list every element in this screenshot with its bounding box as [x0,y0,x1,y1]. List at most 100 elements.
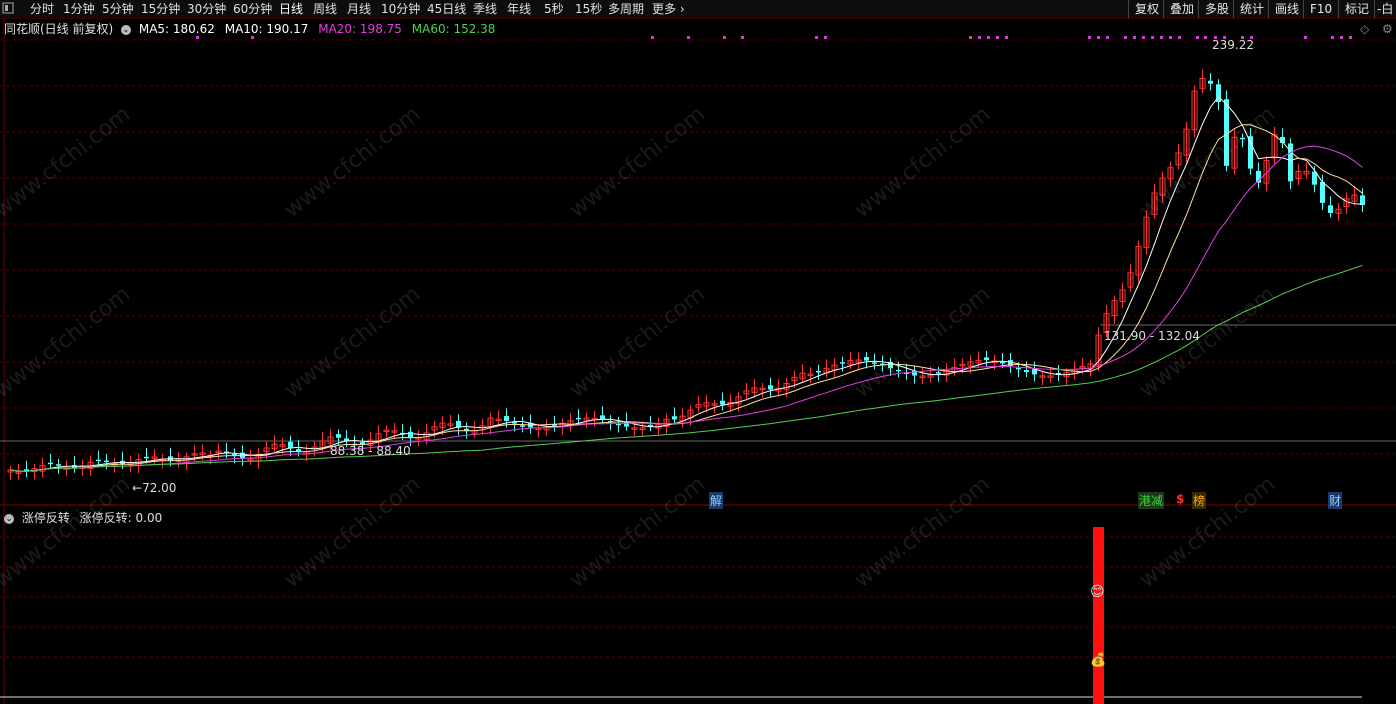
candle-body [1320,181,1325,203]
f10-button[interactable]: F10 [1303,0,1338,18]
kline-chart[interactable] [0,18,1396,506]
marker-dot [824,36,827,39]
tab-weekly[interactable]: 周线 [313,1,337,17]
candle-body [1016,367,1021,370]
multi-stock-button[interactable]: 多股 [1198,0,1235,18]
marker-dot [1142,36,1145,39]
smiley-icon: 😊 [1090,584,1105,600]
range-label-2: 131.90 - 132.04 [1104,329,1200,343]
panel-toggle-icon[interactable] [2,2,14,18]
diamond-icon[interactable]: ◇ [1360,22,1369,36]
candle-body [864,357,869,361]
marker-dot [1133,36,1136,39]
tab-daily[interactable]: 日线 [279,1,303,17]
tab-fenshi[interactable]: 分时 [30,1,54,17]
marker-dot [687,36,690,39]
candle-body [720,400,725,405]
tab-yearly[interactable]: 年线 [507,1,531,17]
stock-title: 同花顺(日线 前复权) [4,22,114,36]
stats-button[interactable]: 统计 [1233,0,1270,18]
candle-body [96,459,101,462]
candle-body [1208,80,1213,84]
marker-dot [1304,36,1307,39]
marker-dot [1331,36,1334,39]
theme-button[interactable]: -白 [1374,0,1395,18]
tab-15min[interactable]: 15分钟 [141,1,180,17]
marker-dot [1097,36,1100,39]
indicator-panel: ⌄ 涨停反转 涨停反转: 0.00 😊 💰 [0,507,1396,704]
candle-body [1024,370,1029,373]
candle-body [104,460,109,463]
marker-dot [1151,36,1154,39]
candle-body [1000,362,1005,364]
mark-button[interactable]: 标记 [1338,0,1375,18]
tab-45day[interactable]: 45日线 [427,1,466,17]
signal-bar [1093,527,1104,704]
fuquan-button[interactable]: 复权 [1128,0,1165,18]
candle-body [672,416,677,420]
marker-dot [815,36,818,39]
tab-5min[interactable]: 5分钟 [102,1,134,17]
indicator-settings-icon[interactable]: ⌄ [4,513,14,524]
tab-multi-period[interactable]: 多周期 [608,1,644,17]
marker-dot [1169,36,1172,39]
candle-body [1240,137,1245,140]
ma10-label: MA10: 190.17 [224,22,309,36]
marker-dot [1178,36,1181,39]
marker-dot [1005,36,1008,39]
tab-more-label: 更多 [652,2,677,16]
kline-panel: 同花顺(日线 前复权) ⌄ MA5: 180.62 MA10: 190.17 M… [0,18,1396,509]
overlay-button[interactable]: 叠加 [1163,0,1200,18]
gear-icon[interactable]: ⚙ [1382,22,1393,36]
tab-60min[interactable]: 60分钟 [233,1,272,17]
candle-body [520,425,525,427]
marker-dot [996,36,999,39]
chevron-right-icon: › [676,2,685,16]
tab-monthly[interactable]: 月线 [347,1,371,17]
candle-body [936,372,941,374]
marker-dot [1088,36,1091,39]
marker-dot [1196,36,1199,39]
low-price-label: ←72.00 [132,481,177,495]
settings-circle-icon[interactable]: ⌄ [121,24,132,35]
candle-body [1360,195,1365,205]
candle-body [840,362,845,364]
indicator-chart[interactable] [0,507,1396,704]
tab-15sec[interactable]: 15秒 [575,1,602,17]
candle-body [504,416,509,421]
range-label-1: 88.38 - 88.40 [330,444,411,458]
candle-body [816,370,821,373]
candle-body [896,369,901,372]
candle-body [1328,205,1333,213]
tab-quarterly[interactable]: 季线 [473,1,497,17]
marker-dot [1160,36,1163,39]
marker-dot [1204,36,1207,39]
event-tag-dollar[interactable]: $ [1176,492,1184,506]
marker-dot [1124,36,1127,39]
ma20-label: MA20: 198.75 [318,22,402,36]
marker-dot [987,36,990,39]
marker-dot [741,36,744,39]
marker-dot [651,36,654,39]
tab-5sec[interactable]: 5秒 [544,1,564,17]
candle-body [56,464,61,466]
ma60-line [10,264,1363,472]
money-bag-icon: 💰 [1090,653,1107,668]
candle-body [48,462,53,465]
candle-body [768,385,773,390]
indicator-name[interactable]: 涨停反转 [22,511,70,525]
tab-30min[interactable]: 30分钟 [187,1,226,17]
candle-body [336,434,341,438]
candle-body [576,417,581,420]
marker-dot [1349,36,1352,39]
tab-10min[interactable]: 10分钟 [381,1,420,17]
ma5-line [10,96,1363,472]
period-toolbar: 分时 1分钟 5分钟 15分钟 30分钟 60分钟 日线 周线 月线 10分钟 … [0,0,1396,19]
high-price-label: 239.22 [1212,38,1254,52]
draw-line-button[interactable]: 画线 [1268,0,1305,18]
candle-body [144,456,149,459]
tab-more[interactable]: 更多 › [652,1,685,17]
main-legend: 同花顺(日线 前复权) ⌄ MA5: 180.62 MA10: 190.17 M… [4,20,495,37]
tab-1min[interactable]: 1分钟 [63,1,95,17]
ma60-label: MA60: 152.38 [411,22,496,36]
